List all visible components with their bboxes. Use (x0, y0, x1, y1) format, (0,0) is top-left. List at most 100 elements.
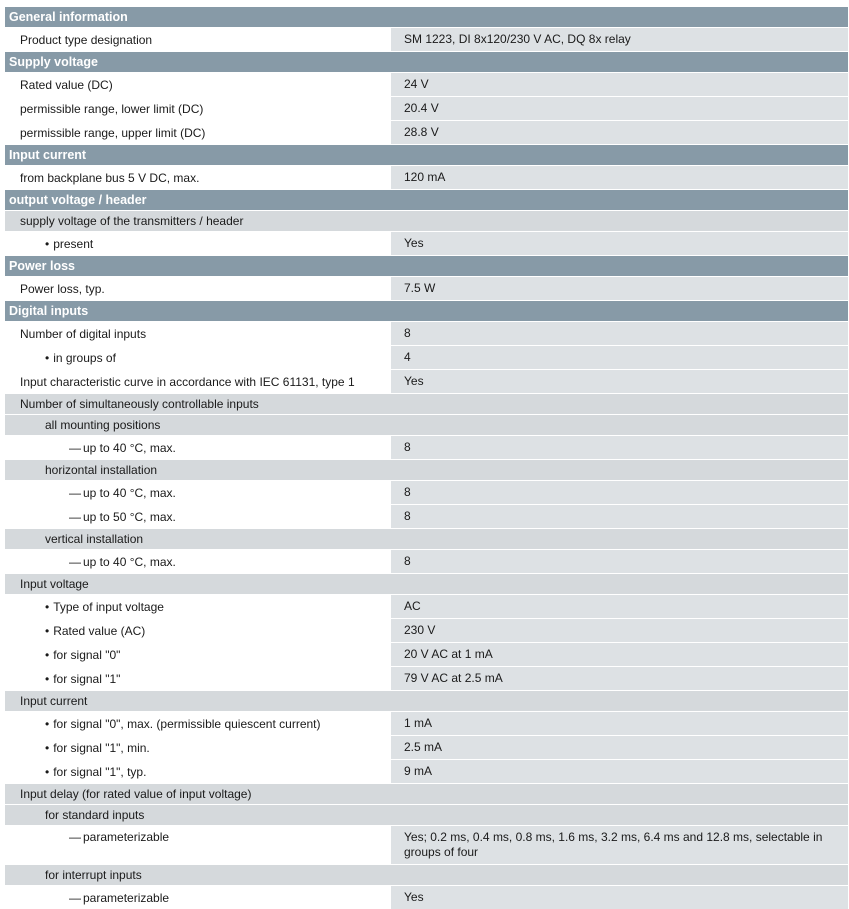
spec-value: 8 (390, 481, 848, 504)
section-header: General information (5, 6, 848, 27)
spec-row: parameterizable Yes (5, 885, 848, 909)
spec-label: up to 40 °C, max. (69, 555, 176, 569)
spec-label-cell: up to 50 °C, max. (5, 505, 390, 528)
spec-label-cell: for signal "1", typ. (5, 760, 390, 783)
spec-label-cell: Number of digital inputs (5, 322, 390, 345)
subgroup-label: Input current (20, 694, 88, 708)
spec-row: Power loss, typ. 7.5 W (5, 276, 848, 300)
spec-value: 20.4 V (390, 97, 848, 120)
subgroup-label: all mounting positions (45, 418, 161, 432)
spec-value: 8 (390, 436, 848, 459)
spec-label: Power loss, typ. (20, 281, 105, 296)
spec-row: for signal "1", typ. 9 mA (5, 759, 848, 783)
spec-row: present Yes (5, 231, 848, 255)
spec-label-cell: permissible range, upper limit (DC) (5, 121, 390, 144)
section-header: Input current (5, 144, 848, 165)
section-title: Digital inputs (9, 304, 89, 318)
spec-label: parameterizable (69, 830, 169, 844)
spec-label: Rated value (AC) (45, 624, 145, 638)
spec-label: Type of input voltage (45, 600, 164, 614)
subgroup-label: supply voltage of the transmitters / hea… (20, 214, 244, 228)
subgroup-row: Input delay (for rated value of input vo… (5, 783, 848, 804)
spec-label-cell: Power loss, typ. (5, 277, 390, 300)
section-title: output voltage / header (9, 193, 147, 207)
spec-label-cell: Type of input voltage (5, 595, 390, 618)
spec-row: up to 40 °C, max. 8 (5, 435, 848, 459)
spec-value: SM 1223, DI 8x120/230 V AC, DQ 8x relay (390, 28, 848, 51)
spec-label: up to 40 °C, max. (69, 486, 176, 500)
spec-row: up to 40 °C, max. 8 (5, 480, 848, 504)
spec-row: permissible range, lower limit (DC) 20.4 … (5, 96, 848, 120)
section-header: Digital inputs (5, 300, 848, 321)
section-header: Power loss (5, 255, 848, 276)
subgroup-label: for standard inputs (45, 808, 145, 822)
spec-row: Number of digital inputs 8 (5, 321, 848, 345)
spec-label-cell: up to 40 °C, max. (5, 550, 390, 573)
spec-value: 8 (390, 550, 848, 573)
spec-label-cell: in groups of (5, 346, 390, 369)
spec-label-cell: for signal "1", min. (5, 736, 390, 759)
section-title: Supply voltage (9, 55, 98, 69)
subgroup-label: vertical installation (45, 532, 144, 546)
spec-value: 2.5 mA (390, 736, 848, 759)
spec-label-cell: up to 40 °C, max. (5, 481, 390, 504)
section-title: Input current (9, 148, 87, 162)
spec-label-cell: present (5, 232, 390, 255)
spec-row: Input characteristic curve in accordance… (5, 369, 848, 393)
spec-value: Yes (390, 232, 848, 255)
spec-value: 24 V (390, 73, 848, 96)
spec-label: permissible range, lower limit (DC) (20, 101, 204, 116)
spec-label: present (45, 237, 93, 251)
spec-row: for signal "1", min. 2.5 mA (5, 735, 848, 759)
subgroup-label: Input voltage (20, 577, 89, 591)
spec-value: 230 V (390, 619, 848, 642)
spec-label: Rated value (DC) (20, 77, 113, 92)
spec-label-cell: Input characteristic curve in accordance… (5, 370, 390, 393)
spec-label: for signal "1" (45, 672, 120, 686)
spec-label-cell: Rated value (DC) (5, 73, 390, 96)
spec-label-cell: Rated value (AC) (5, 619, 390, 642)
spec-row: parameterizable Yes; 0.2 ms, 0.4 ms, 0.8 … (5, 825, 848, 864)
spec-value: Yes (390, 370, 848, 393)
subgroup-row: Input voltage (5, 573, 848, 594)
subgroup-label: for interrupt inputs (45, 868, 142, 882)
spec-value: 8 (390, 322, 848, 345)
spec-label: for signal "1", min. (45, 741, 150, 755)
spec-row: up to 40 °C, max. 8 (5, 549, 848, 573)
spec-label: for signal "0" (45, 648, 120, 662)
spec-value: 4 (390, 346, 848, 369)
subgroup-row: vertical installation (5, 528, 848, 549)
spec-row: for signal "0" 20 V AC at 1 mA (5, 642, 848, 666)
spec-row: for signal "0", max. (permissible quiesc… (5, 711, 848, 735)
spec-label-cell: for signal "0", max. (permissible quiesc… (5, 712, 390, 735)
spec-label-cell: parameterizable (5, 886, 390, 909)
spec-value: AC (390, 595, 848, 618)
section-header: Supply voltage (5, 51, 848, 72)
spec-label-cell: for signal "0" (5, 643, 390, 666)
spec-label-cell: for signal "1" (5, 667, 390, 690)
subgroup-row: horizontal installation (5, 459, 848, 480)
spec-value: 1 mA (390, 712, 848, 735)
spec-row: Rated value (AC) 230 V (5, 618, 848, 642)
spec-label-cell: from backplane bus 5 V DC, max. (5, 166, 390, 189)
section-title: Power loss (9, 259, 75, 273)
spec-value: 7.5 W (390, 277, 848, 300)
subgroup-row: all mounting positions (5, 414, 848, 435)
subgroup-row: for standard inputs (5, 804, 848, 825)
spec-row: Product type designation SM 1223, DI 8x12… (5, 27, 848, 51)
subgroup-row: for interrupt inputs (5, 864, 848, 885)
spec-label: from backplane bus 5 V DC, max. (20, 170, 200, 185)
spec-label-cell: parameterizable (5, 826, 390, 864)
subgroup-row: Input current (5, 690, 848, 711)
spec-label: up to 50 °C, max. (69, 510, 176, 524)
subgroup-label: Input delay (for rated value of input vo… (20, 787, 252, 801)
spec-row: from backplane bus 5 V DC, max. 120 mA (5, 165, 848, 189)
spec-row: Rated value (DC) 24 V (5, 72, 848, 96)
section-header: output voltage / header (5, 189, 848, 210)
spec-label: in groups of (45, 351, 116, 365)
spec-row: Type of input voltage AC (5, 594, 848, 618)
spec-value: 120 mA (390, 166, 848, 189)
spec-label: parameterizable (69, 891, 169, 905)
spec-label-cell: up to 40 °C, max. (5, 436, 390, 459)
spec-label: Input characteristic curve in accordance… (20, 374, 355, 389)
